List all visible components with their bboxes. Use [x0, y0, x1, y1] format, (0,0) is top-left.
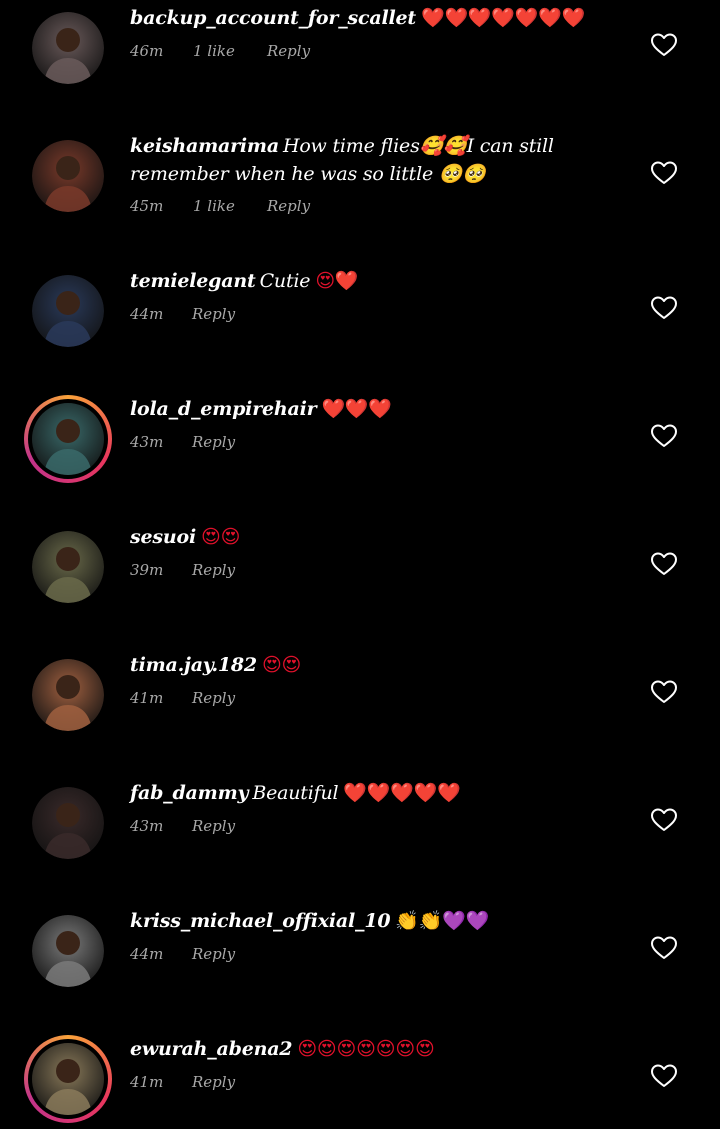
avatar-image: [32, 915, 104, 987]
comment-text: backup_account_for_scallet ❤️❤️❤️❤️❤️❤️❤️: [130, 4, 625, 32]
username-link[interactable]: kriss_michael_offixial_10: [130, 910, 391, 932]
reply-button[interactable]: Reply: [267, 196, 310, 216]
comment-text: temielegant Cutie 😍❤️: [130, 267, 625, 295]
reply-button[interactable]: Reply: [192, 688, 235, 708]
comment-text: lola_d_empirehair ❤️❤️❤️: [130, 395, 625, 423]
avatar-story-ring[interactable]: [24, 1035, 112, 1123]
username-link[interactable]: temielegant: [130, 270, 256, 292]
reply-button[interactable]: Reply: [192, 1072, 235, 1092]
avatar[interactable]: [32, 915, 104, 987]
comment-text: sesuoi 😍😍: [130, 523, 625, 551]
like-count[interactable]: 1 like: [193, 41, 235, 61]
comment-line: tima.jay.182 😍😍: [130, 651, 625, 679]
reply-button[interactable]: Reply: [192, 560, 235, 580]
username-link[interactable]: backup_account_for_scallet: [130, 7, 416, 29]
avatar-image: [32, 531, 104, 603]
heart-outline-icon[interactable]: [650, 423, 678, 449]
comment-text: fab_dammy Beautiful ❤️❤️❤️❤️❤️: [130, 779, 625, 807]
timestamp: 43m: [130, 817, 164, 835]
avatar-image: [32, 403, 104, 475]
comment-emoji: ❤️❤️❤️: [321, 398, 392, 420]
comment-line: fab_dammy Beautiful ❤️❤️❤️❤️❤️: [130, 779, 625, 807]
username-link[interactable]: lola_d_empirehair: [130, 398, 317, 420]
comment-body: Beautiful: [252, 782, 339, 804]
comment-line: ewurah_abena2 😍😍😍😍😍😍😍: [130, 1035, 625, 1063]
avatar-image: [32, 12, 104, 84]
avatar[interactable]: [32, 12, 104, 84]
timestamp: 44m: [130, 945, 164, 963]
timestamp: 44m: [130, 305, 164, 323]
timestamp: 41m: [130, 689, 164, 707]
avatar-image: [32, 1043, 104, 1115]
heart-outline-icon[interactable]: [650, 1063, 678, 1089]
comment-line: backup_account_for_scallet ❤️❤️❤️❤️❤️❤️❤️: [130, 4, 625, 32]
comment-text: keishamarima How time flies🥰🥰I can still …: [130, 132, 625, 188]
avatar[interactable]: [32, 787, 104, 859]
username-link[interactable]: keishamarima: [130, 135, 279, 157]
timestamp: 41m: [130, 1073, 164, 1091]
timestamp: 39m: [130, 561, 164, 579]
avatar[interactable]: [32, 659, 104, 731]
avatar-image: [32, 787, 104, 859]
avatar[interactable]: [32, 140, 104, 212]
username-link[interactable]: sesuoi: [130, 526, 196, 548]
username-link[interactable]: tima.jay.182: [130, 654, 257, 676]
avatar[interactable]: [32, 275, 104, 347]
username-link[interactable]: fab_dammy: [130, 782, 249, 804]
reply-button[interactable]: Reply: [192, 944, 235, 964]
heart-outline-icon[interactable]: [650, 807, 678, 833]
heart-outline-icon[interactable]: [650, 295, 678, 321]
heart-outline-icon[interactable]: [650, 679, 678, 705]
timestamp: 43m: [130, 433, 164, 451]
timestamp: 46m: [130, 42, 164, 60]
comment-line: sesuoi 😍😍: [130, 523, 625, 551]
heart-outline-icon[interactable]: [650, 160, 678, 186]
reply-button[interactable]: Reply: [192, 304, 235, 324]
avatar-image: [32, 659, 104, 731]
timestamp: 45m: [130, 197, 164, 215]
comment-emoji: 😍❤️: [315, 270, 359, 292]
username-link[interactable]: ewurah_abena2: [130, 1038, 293, 1060]
heart-outline-icon[interactable]: [650, 551, 678, 577]
reply-button[interactable]: Reply: [267, 41, 310, 61]
comment-emoji: ❤️❤️❤️❤️❤️: [343, 782, 461, 804]
comment-line: keishamarima How time flies🥰🥰I can still …: [130, 132, 625, 188]
comment-text: kriss_michael_offixial_10 👏👏💜💜: [130, 907, 625, 935]
avatar-story-ring[interactable]: [24, 395, 112, 483]
avatar[interactable]: [32, 531, 104, 603]
like-count[interactable]: 1 like: [193, 196, 235, 216]
comment-emoji: ❤️❤️❤️❤️❤️❤️❤️: [421, 7, 586, 29]
comment-text: ewurah_abena2 😍😍😍😍😍😍😍: [130, 1035, 625, 1063]
comment-line: lola_d_empirehair ❤️❤️❤️: [130, 395, 625, 423]
comment-emoji: 😍😍: [261, 654, 302, 676]
avatar-image: [32, 275, 104, 347]
comment-emoji: 👏👏💜💜: [395, 910, 490, 932]
heart-outline-icon[interactable]: [650, 935, 678, 961]
comment-line: temielegant Cutie 😍❤️: [130, 267, 625, 295]
comment-line: kriss_michael_offixial_10 👏👏💜💜: [130, 907, 625, 935]
heart-outline-icon[interactable]: [650, 32, 678, 58]
avatar-image: [32, 140, 104, 212]
comment-emoji: 😍😍😍😍😍😍😍: [297, 1038, 435, 1060]
reply-button[interactable]: Reply: [192, 816, 235, 836]
comment-text: tima.jay.182 😍😍: [130, 651, 625, 679]
comment-body: Cutie: [259, 270, 311, 292]
comment-emoji: 😍😍: [201, 526, 241, 548]
reply-button[interactable]: Reply: [192, 432, 235, 452]
